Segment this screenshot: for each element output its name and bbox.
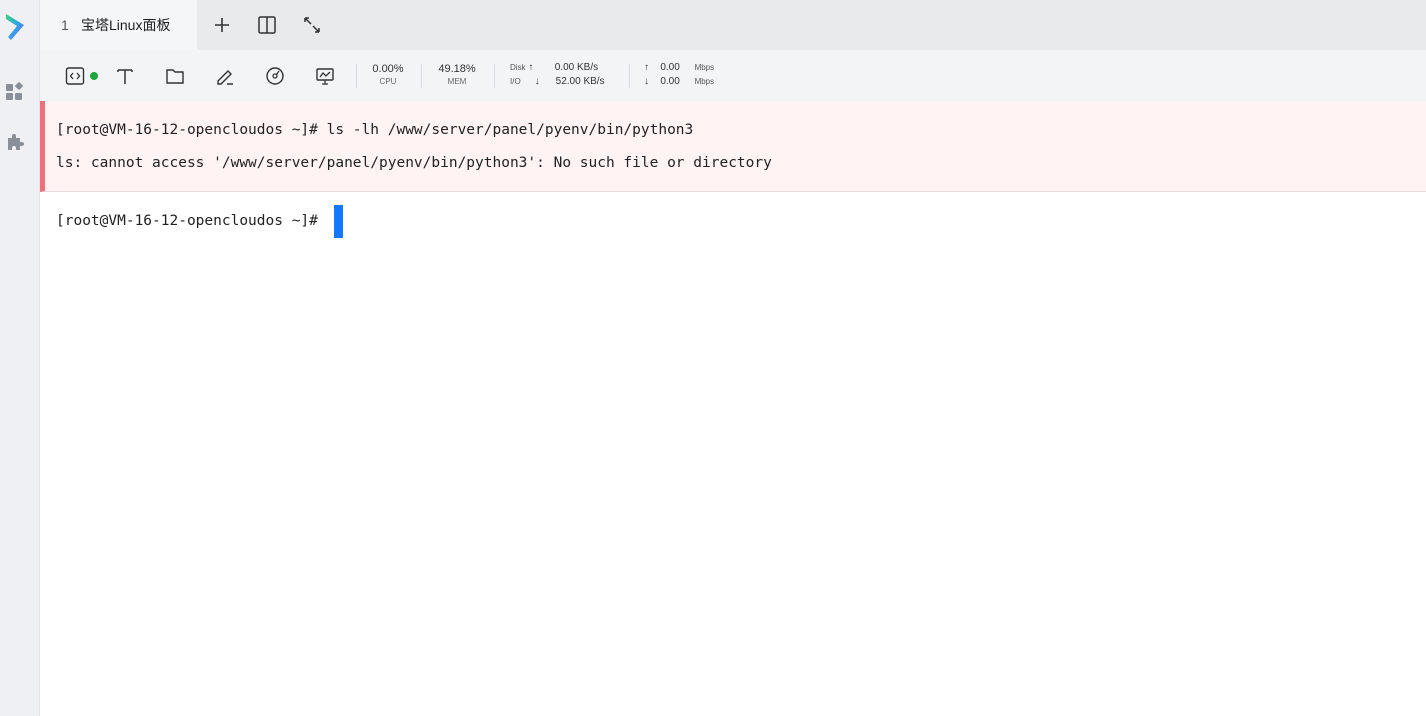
net-down-unit: Mbps: [694, 77, 715, 86]
edit-icon: [217, 70, 233, 85]
monitor-button[interactable]: [313, 64, 337, 88]
split-view-button[interactable]: [254, 12, 280, 38]
expand-button[interactable]: [299, 12, 325, 38]
error-block: [40, 101, 1426, 192]
toolbar: [40, 50, 1426, 101]
tab-terminal-1[interactable]: 1 宝塔Linux面板: [40, 0, 197, 50]
arrow-up-icon: ↑: [644, 62, 649, 73]
code-button[interactable]: [63, 64, 87, 88]
monitor-icon: [316, 68, 334, 85]
text-button[interactable]: [113, 64, 137, 88]
net-down-value: 0.00: [660, 76, 680, 87]
baota-logo-icon[interactable]: [3, 11, 27, 43]
disk-io-stat: Disk ↑ 0.00 KB/s I/O ↓ 52.00 KB/s: [510, 61, 605, 89]
io-label: I/O: [510, 77, 521, 86]
network-stat: ↑ 0.00 Mbps ↓ 0.00 Mbps: [644, 61, 714, 89]
expand-icon: [304, 17, 320, 33]
toolbar-divider: [629, 64, 630, 88]
folder-button[interactable]: [163, 64, 187, 88]
edit-button[interactable]: [213, 64, 237, 88]
plugin-icon[interactable]: [4, 131, 26, 153]
terminal-cursor: [334, 205, 343, 238]
text-icon: [117, 69, 133, 84]
terminal-app: 1 宝塔Linux面板 0.00% CPU 49.18% MEM Disk ↑ …: [0, 0, 1426, 716]
terminal-output[interactable]: [root@VM-16-12-opencloudos ~]# ls -lh /w…: [40, 101, 1426, 716]
add-tab-button[interactable]: [209, 12, 235, 38]
cpu-label: CPU: [379, 77, 397, 86]
gauge-button[interactable]: [263, 64, 287, 88]
arrow-up-icon: ↑: [528, 62, 534, 73]
cpu-stat: 0.00% CPU: [366, 63, 410, 87]
tab-title: 宝塔Linux面板: [81, 17, 171, 33]
gauge-icon: [266, 67, 284, 85]
folder-icon: [166, 69, 184, 84]
mem-value: 49.18%: [438, 63, 476, 75]
tab-bar: 1 宝塔Linux面板: [40, 0, 1426, 50]
net-up-value: 0.00: [660, 62, 680, 73]
mem-stat: 49.18% MEM: [432, 63, 482, 87]
connection-status-dot: [90, 72, 98, 80]
arrow-down-icon: ↓: [534, 76, 540, 87]
toolbar-divider: [421, 64, 422, 88]
net-up-unit: Mbps: [694, 63, 715, 72]
disk-label: Disk: [510, 63, 526, 72]
sidebar: [0, 0, 40, 716]
terminal-prompt: [root@VM-16-12-opencloudos ~]#: [56, 213, 318, 229]
terminal-error-line: ls: cannot access '/www/server/panel/pye…: [56, 155, 772, 171]
arrow-down-icon: ↓: [644, 76, 649, 87]
code-icon: [65, 67, 85, 85]
disk-write-value: 0.00 KB/s: [554, 62, 599, 73]
disk-read-value: 52.00 KB/s: [555, 76, 605, 87]
mem-label: MEM: [447, 77, 467, 86]
tab-index: 1: [61, 17, 69, 33]
terminal-command-line: [root@VM-16-12-opencloudos ~]# ls -lh /w…: [56, 122, 694, 138]
split-view-icon: [258, 16, 276, 34]
cpu-value: 0.00%: [372, 63, 404, 75]
toolbar-divider: [494, 64, 495, 88]
apps-icon[interactable]: [4, 81, 26, 103]
plus-icon: [215, 18, 229, 32]
toolbar-divider: [356, 64, 357, 88]
